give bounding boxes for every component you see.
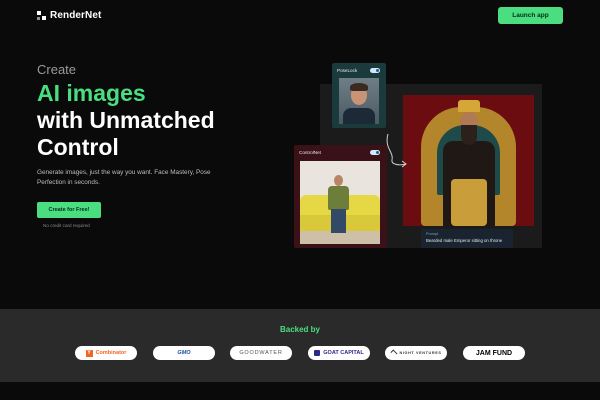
hero-title-line-2: with Unmatched (37, 107, 215, 133)
ycombinator-icon: Y (85, 349, 93, 357)
poselock-label: PoseLock (337, 68, 358, 73)
prompt-text: Bearded male Emperor sitting on throne (426, 238, 503, 243)
hero-title-accent: AI images (37, 80, 146, 106)
goat-icon (314, 350, 321, 356)
no-credit-card-note: No credit card required (43, 223, 90, 228)
pose-reference-image (300, 161, 380, 244)
backer-goat-capital-logo: GOAT CAPITAL (308, 346, 370, 360)
controlnet-label: ControlNet (299, 150, 321, 155)
toggle-on-icon[interactable] (370, 150, 380, 155)
poselock-card: PoseLock (332, 63, 386, 128)
hero-description: Generate images, just the way you want. … (37, 169, 211, 186)
toggle-on-icon[interactable] (370, 68, 380, 73)
face-reference-image (339, 78, 379, 124)
backed-by-title: Backed by (279, 325, 321, 334)
brand-logo[interactable]: RenderNet (37, 10, 101, 21)
generated-emperor-image (403, 95, 534, 226)
backer-gmo-logo: GMO (153, 346, 215, 360)
create-for-free-button[interactable]: Create for Free! (37, 202, 101, 218)
controlnet-card: ControlNet (294, 145, 387, 248)
night-ventures-icon (389, 349, 398, 357)
launch-app-button[interactable]: Launch app (498, 7, 563, 24)
curved-arrow-icon (386, 133, 407, 168)
prompt-box: Prompt Bearded male Emperor sitting on t… (421, 229, 513, 248)
backer-night-ventures-logo: NIGHT VENTURES (385, 346, 447, 360)
rendernet-logo-icon (37, 11, 46, 20)
page-bottom (0, 382, 600, 400)
hero-eyebrow: Create (37, 62, 77, 77)
top-navbar: RenderNet Launch app (0, 0, 600, 32)
brand-name: RenderNet (50, 10, 102, 21)
backer-goodwater-logo: GOODWATER (230, 346, 292, 360)
backer-jam-fund-logo: JAM FUND (463, 346, 525, 360)
hero-title-line-3: Control (37, 134, 119, 160)
hero-title: AI images with Unmatched Control (37, 80, 215, 161)
backed-by-section: Backed by Y Combinator GMO GOODWATER GOA… (0, 309, 600, 382)
backer-ycombinator-logo: Y Combinator (75, 346, 137, 360)
